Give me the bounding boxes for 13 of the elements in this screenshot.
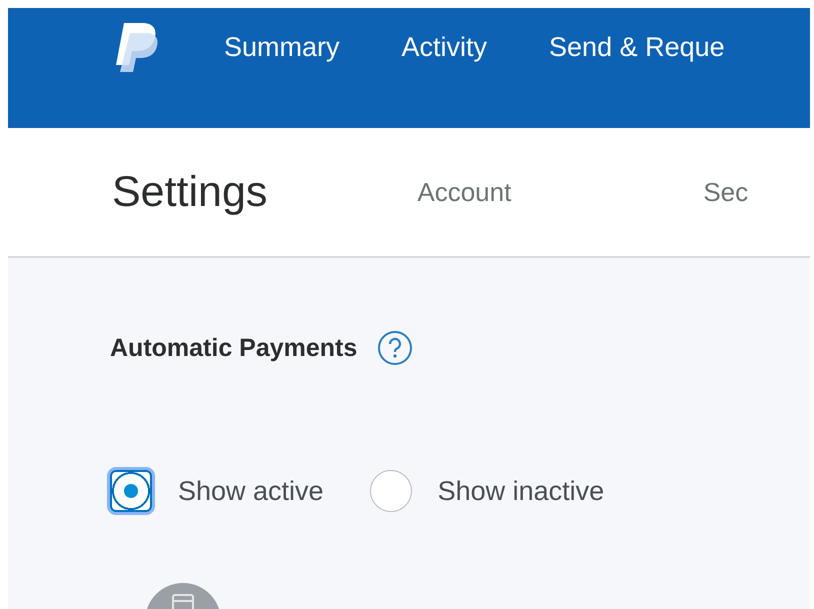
radio-label: Show inactive xyxy=(438,476,604,506)
settings-tab[interactable]: Sec xyxy=(703,176,748,208)
document-icon xyxy=(145,583,221,609)
radio-button[interactable] xyxy=(370,470,412,512)
page-title: Settings xyxy=(112,168,268,216)
radio-button[interactable] xyxy=(110,470,152,512)
help-icon[interactable] xyxy=(377,330,414,366)
nav-link[interactable]: Summary xyxy=(224,32,340,62)
nav-link[interactable]: Activity xyxy=(402,32,488,62)
radio-label: Show active xyxy=(178,476,324,506)
nav-link[interactable]: Send & Reque xyxy=(549,32,725,62)
section-title: Automatic Payments xyxy=(110,334,358,362)
settings-tab[interactable]: Account xyxy=(417,176,512,208)
